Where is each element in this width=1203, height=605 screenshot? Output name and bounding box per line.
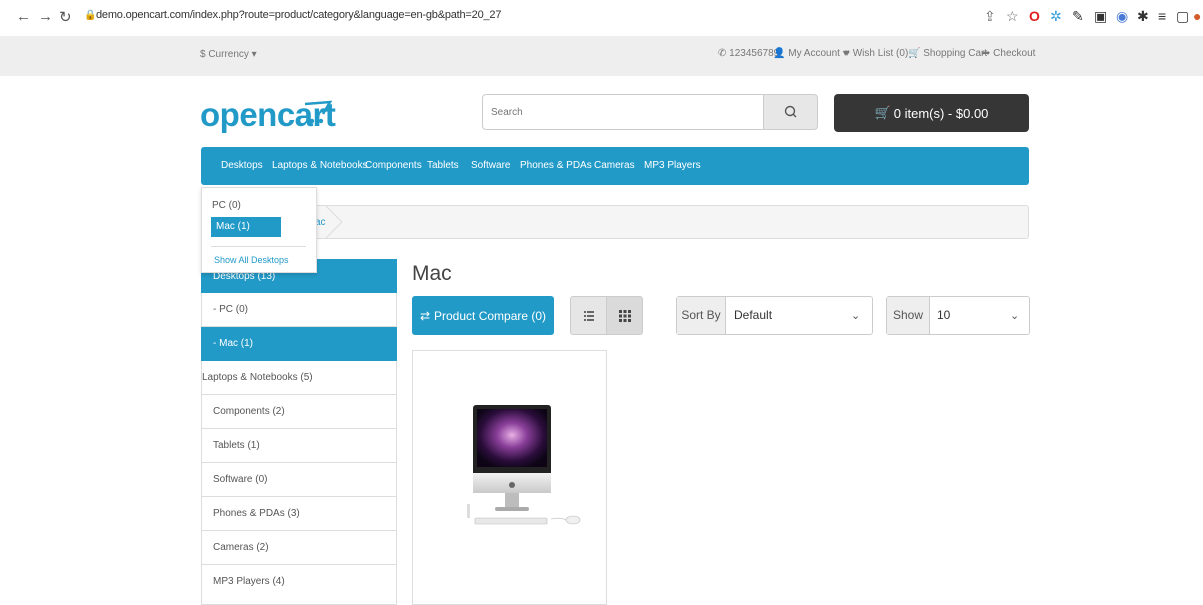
grid-icon — [619, 310, 631, 322]
sidebar-item-software[interactable]: Software (0) — [201, 463, 397, 497]
cart-button-label: 0 item(s) - $0.00 — [893, 105, 989, 121]
menu-components[interactable]: Components — [365, 160, 422, 171]
sidebar-item-cameras[interactable]: Cameras (2) — [201, 531, 397, 565]
box-extension-icon[interactable]: ▣ — [1094, 8, 1107, 25]
dropdown-item-mac[interactable]: Mac (1) — [211, 217, 281, 237]
my-account-link[interactable]: 👤 My Account ▾ — [773, 48, 848, 59]
star-icon[interactable]: ☆ — [1006, 8, 1019, 25]
browser-toolbar: ← → ↻ 🔒 demo.opencart.com/index.php?rout… — [0, 0, 1203, 36]
sidebar-item-phones-pdas[interactable]: Phones & PDAs (3) — [201, 497, 397, 531]
globe-extension-icon[interactable]: ◉ — [1116, 8, 1128, 25]
search-icon — [784, 105, 797, 118]
sidebar-item-laptops-notebooks[interactable]: Laptops & Notebooks (5) — [201, 361, 397, 395]
dropdown-show-all[interactable]: Show All Desktops — [214, 255, 289, 265]
arrow-left-icon[interactable]: ← — [16, 8, 31, 25]
product-compare-label: Product Compare (0) — [434, 308, 547, 323]
page-title: Mac — [412, 262, 452, 285]
currency-dropdown[interactable]: $ Currency ▾ — [200, 49, 257, 60]
list-view-button[interactable] — [570, 296, 607, 335]
profile-icon[interactable]: ● — [1193, 8, 1201, 24]
phone-link[interactable]: ✆ 123456789 — [718, 48, 779, 59]
shopping-cart-label: Shopping Cart — [923, 48, 988, 59]
reload-icon[interactable]: ↻ — [59, 8, 72, 26]
show-value[interactable]: 10 — [937, 308, 950, 322]
user-icon: 👤 — [773, 48, 786, 59]
menu-phones-pdas[interactable]: Phones & PDAs — [520, 160, 592, 171]
list-icon — [584, 311, 594, 321]
cart-icon: 🛒 — [874, 105, 891, 120]
menu-cameras[interactable]: Cameras — [594, 160, 635, 171]
sort-by-label: Sort By — [677, 297, 726, 334]
show-label: Show — [887, 297, 930, 334]
dropdown-divider — [211, 246, 306, 247]
sidebar-item-mp3-players[interactable]: MP3 Players (4) — [201, 565, 397, 605]
cart-icon: 🛒 — [908, 48, 921, 59]
share-arrow-icon: ➦ — [982, 48, 991, 59]
shopping-cart-link[interactable]: 🛒 Shopping Cart — [908, 48, 987, 59]
heart-icon: ♥ — [844, 48, 850, 59]
lock-icon: 🔒 — [84, 10, 97, 21]
chevron-down-icon: ⌄ — [851, 310, 861, 322]
reading-list-icon[interactable]: ≡ — [1158, 8, 1166, 24]
arrow-right-icon[interactable]: → — [38, 8, 53, 25]
sidebar-item-pc[interactable]: - PC (0) — [201, 293, 397, 327]
extension-icon[interactable]: ✲ — [1050, 8, 1062, 25]
product-compare-button[interactable]: ⇄ Product Compare (0) — [412, 296, 554, 335]
menu-mp3-players[interactable]: MP3 Players — [644, 160, 701, 171]
cart-button[interactable]: 🛒 0 item(s) - $0.00 — [834, 94, 1029, 132]
menu-desktops[interactable]: Desktops — [221, 160, 263, 171]
menu-software[interactable]: Software — [471, 160, 510, 171]
share-icon[interactable]: ⇪ — [984, 8, 996, 25]
imac-product-image[interactable] — [461, 401, 591, 536]
menu-tablets[interactable]: Tablets — [427, 160, 459, 171]
product-card[interactable] — [412, 350, 607, 605]
phone-icon: ✆ — [718, 48, 727, 59]
search-input[interactable] — [482, 94, 764, 130]
opera-extension-icon[interactable]: O — [1029, 8, 1040, 24]
sidebar-item-tablets[interactable]: Tablets (1) — [201, 429, 397, 463]
checkout-link[interactable]: ➦ Checkout — [982, 48, 1035, 59]
sidebar-item-mac[interactable]: - Mac (1) — [201, 327, 397, 361]
chevron-down-icon: ⌄ — [1010, 310, 1020, 322]
phone-label: 123456789 — [729, 48, 780, 59]
menu-laptops-notebooks[interactable]: Laptops & Notebooks — [272, 160, 368, 171]
address-bar[interactable]: demo.opencart.com/index.php?route=produc… — [96, 9, 501, 21]
dropdown-item-pc[interactable]: PC (0) — [212, 200, 241, 211]
my-account-label: My Account ▾ — [788, 48, 848, 59]
pen-extension-icon[interactable]: ✎ — [1072, 8, 1084, 25]
window-icon[interactable]: ▢ — [1176, 8, 1189, 25]
sidebar-item-components[interactable]: Components (2) — [201, 395, 397, 429]
search-button[interactable] — [763, 94, 818, 130]
puzzle-icon[interactable]: ✱ — [1137, 8, 1149, 25]
sort-value[interactable]: Default — [734, 308, 772, 322]
wishlist-link[interactable]: ♥ Wish List (0) — [844, 48, 908, 59]
wishlist-label: Wish List (0) — [852, 48, 909, 59]
grid-view-button[interactable] — [606, 296, 643, 335]
logo-cart-icon — [304, 100, 333, 124]
exchange-icon: ⇄ — [419, 308, 430, 323]
checkout-label: Checkout — [993, 48, 1036, 59]
